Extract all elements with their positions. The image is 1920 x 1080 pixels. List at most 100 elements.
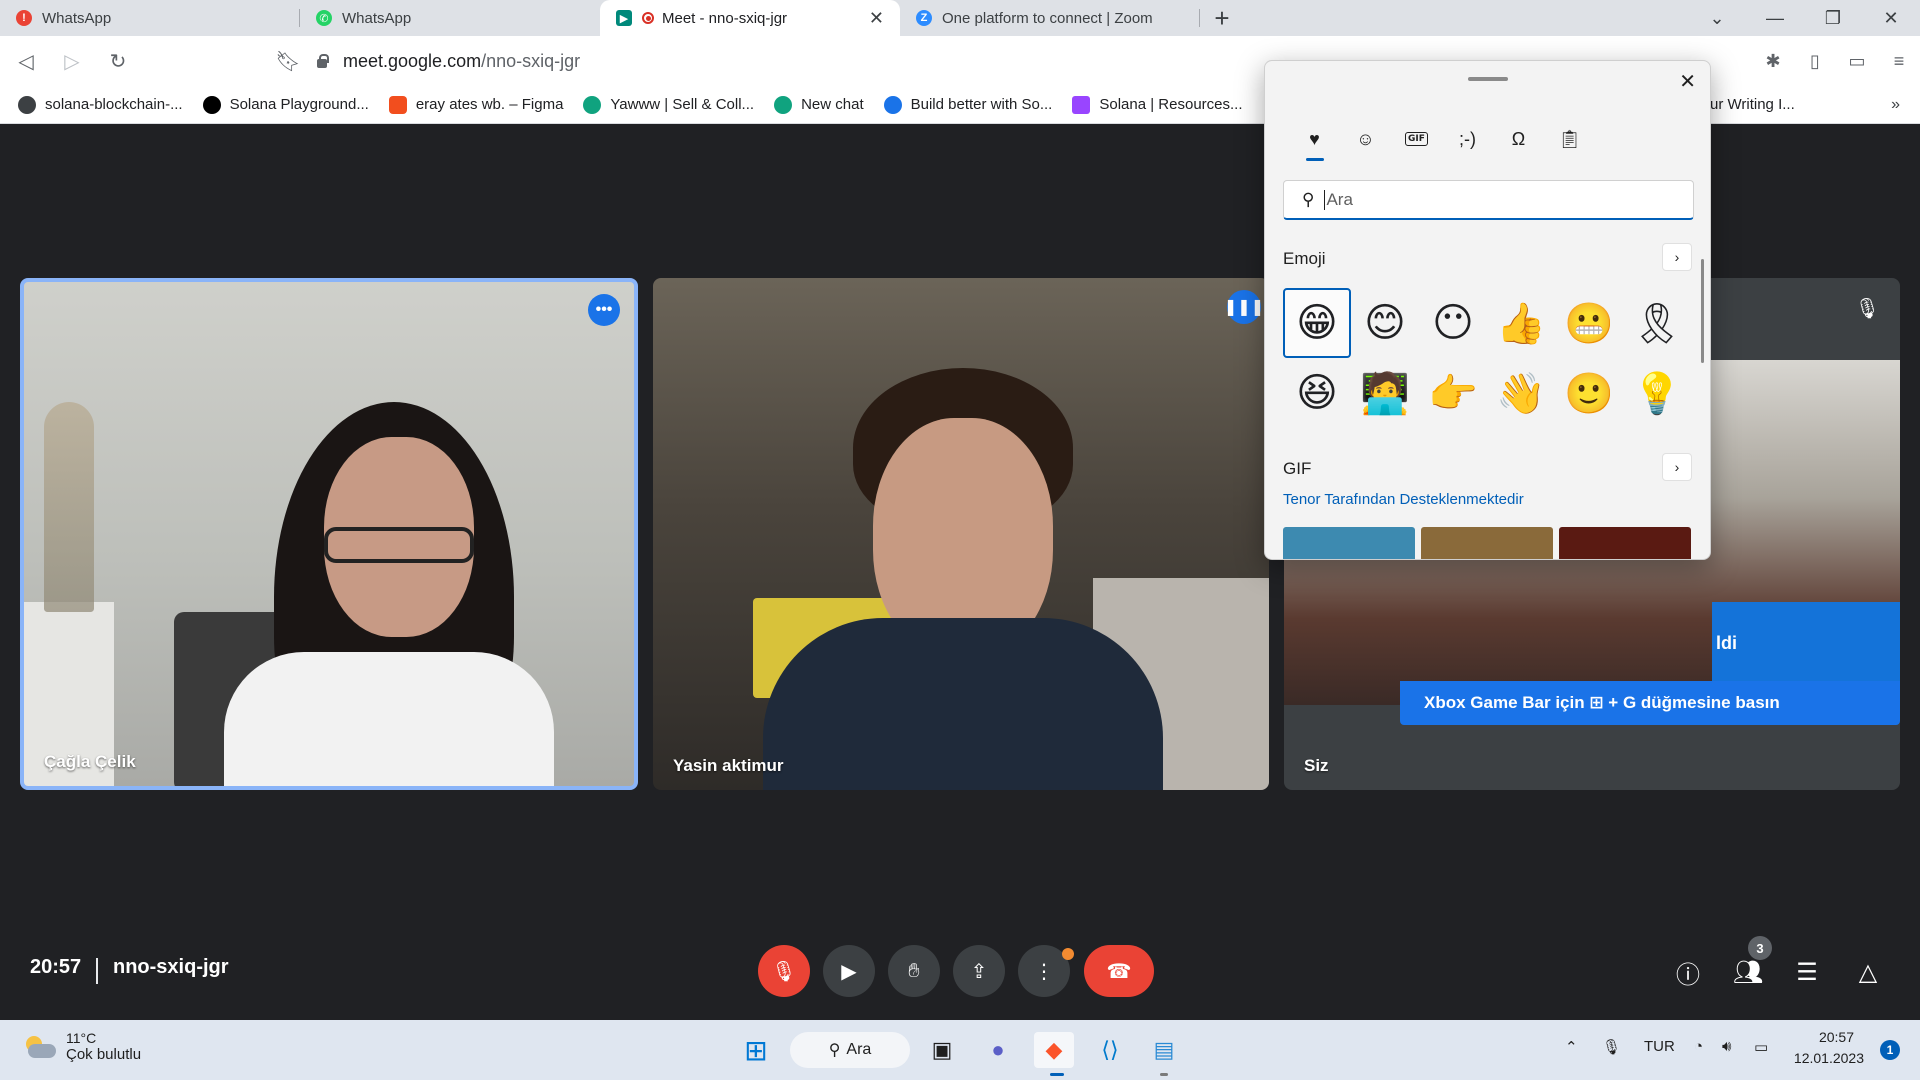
tab-whatsapp-1[interactable]: ! WhatsApp: [0, 0, 300, 36]
participant-tile[interactable]: ❚❚❚ Yasin aktimur: [653, 278, 1269, 790]
chat-icon[interactable]: ☰: [1787, 952, 1827, 992]
tab-zoom[interactable]: Z One platform to connect | Zoom: [900, 0, 1200, 36]
notepad-icon[interactable]: ▤: [1144, 1032, 1184, 1068]
notification-count-badge[interactable]: 1: [1880, 1040, 1900, 1060]
raise-hand-button[interactable]: ✋︎: [888, 945, 940, 997]
smiley-icon[interactable]: ☺: [1340, 119, 1391, 159]
tab-title: Meet - nno-sxiq-jgr: [662, 9, 788, 27]
chat-app-icon[interactable]: ●: [978, 1032, 1018, 1068]
gif-icon[interactable]: GIF: [1391, 119, 1442, 159]
lock-icon: [315, 54, 329, 68]
windows-taskbar: 11°C Çok bulutlu ⊞ ⚲ Ara ▣ ● ◆ ⟨⟩ ▤ ⌃ 🎙︎ …: [0, 1020, 1920, 1080]
windows-start-icon[interactable]: ⊞: [736, 1032, 776, 1068]
emoji-item[interactable]: 👉: [1419, 358, 1487, 428]
gif-thumbnail[interactable]: [1421, 527, 1553, 559]
brave-browser-icon[interactable]: ◆: [1034, 1032, 1074, 1068]
restore-icon[interactable]: ❐: [1804, 0, 1862, 36]
weather-widget[interactable]: 11°C Çok bulutlu: [22, 1030, 141, 1063]
bookmark-item[interactable]: Solana | Resources...: [1072, 95, 1243, 114]
speaking-indicator-icon: ❚❚❚: [1224, 290, 1264, 324]
bookmark-item[interactable]: Solana Playground...: [202, 95, 369, 114]
tab-search-icon[interactable]: ⌄: [1688, 0, 1746, 36]
bookmark-label: ur Writing I...: [1710, 96, 1795, 113]
emoji-item[interactable]: 😶: [1419, 288, 1487, 358]
taskbar-clock-date[interactable]: 12.01.2023: [1794, 1050, 1864, 1066]
scrollbar[interactable]: [1701, 259, 1704, 363]
recent-heart-icon[interactable]: ♥: [1289, 119, 1340, 161]
close-icon[interactable]: ✕: [1679, 69, 1696, 94]
bookmark-item[interactable]: New chat: [774, 95, 864, 114]
bookmark-item[interactable]: ur Writing I...: [1710, 96, 1795, 113]
more-options-icon[interactable]: •••: [588, 294, 620, 326]
search-icon: ⚲: [1302, 189, 1315, 209]
close-icon[interactable]: ✕: [869, 8, 884, 29]
back-icon[interactable]: ◁: [6, 41, 46, 81]
tab-title: One platform to connect | Zoom: [942, 9, 1153, 27]
new-tab-button[interactable]: +: [1200, 0, 1244, 36]
bookmark-item[interactable]: solana-blockchain-...: [18, 95, 183, 114]
reload-icon[interactable]: ↻: [98, 41, 138, 81]
menu-icon[interactable]: ≡: [1878, 51, 1920, 72]
taskbar-clock-time[interactable]: 20:57: [1819, 1029, 1854, 1045]
task-view-icon[interactable]: ▣: [922, 1032, 962, 1068]
participant-name: Çağla Çelik: [44, 752, 136, 771]
taskbar-search[interactable]: ⚲ Ara: [790, 1032, 910, 1068]
drag-handle[interactable]: [1468, 77, 1508, 81]
battery-icon[interactable]: ▭: [1754, 1038, 1768, 1056]
video-background: [24, 282, 634, 786]
chevron-right-icon[interactable]: ›: [1662, 453, 1692, 481]
emoji-search-input[interactable]: ⚲ Ara: [1283, 180, 1694, 220]
emoji-item[interactable]: 🧑‍💻: [1351, 358, 1419, 428]
more-bookmarks-icon[interactable]: »: [1891, 96, 1900, 114]
tab-meet[interactable]: ▶ Meet - nno-sxiq-jgr ✕: [600, 0, 900, 36]
input-language[interactable]: TUR: [1644, 1038, 1675, 1055]
symbols-icon[interactable]: Ω: [1493, 119, 1544, 159]
chevron-right-icon[interactable]: ›: [1662, 243, 1692, 271]
bookmark-label: eray ates wb. – Figma: [415, 96, 564, 113]
tab-whatsapp-2[interactable]: ✆ WhatsApp: [300, 0, 600, 36]
activities-icon[interactable]: △: [1848, 952, 1888, 992]
gif-thumbnail[interactable]: [1283, 527, 1415, 559]
emoji-item[interactable]: 😆: [1283, 358, 1351, 428]
clipboard-icon[interactable]: 📋︎: [1544, 119, 1595, 159]
sidebar-icon[interactable]: ▯: [1794, 51, 1836, 72]
emoji-item[interactable]: 😬: [1555, 288, 1623, 358]
bookmark-item[interactable]: Yawww | Sell & Coll...: [583, 95, 754, 114]
emoji-item[interactable]: 👍: [1487, 288, 1555, 358]
zoom-icon: Z: [916, 10, 932, 26]
emoji-picker-panel: ✕ ♥ ☺ GIF ;-) Ω 📋︎ ⚲ Ara Emoji › 😁 😊 😶 👍…: [1264, 60, 1711, 560]
forward-icon[interactable]: ▷: [52, 41, 92, 81]
participant-tile[interactable]: ••• Çağla Çelik: [20, 278, 638, 790]
chevron-up-icon[interactable]: ⌃: [1565, 1038, 1578, 1056]
bookmark-item[interactable]: eray ates wb. – Figma: [388, 95, 564, 114]
volume-icon[interactable]: 🔊︎: [1722, 1038, 1731, 1055]
minimize-icon[interactable]: —: [1746, 0, 1804, 36]
mic-off-button[interactable]: 🎙︎: [758, 945, 810, 997]
emoji-item[interactable]: 💡: [1623, 358, 1691, 428]
microphone-icon[interactable]: 🎙︎: [1602, 1038, 1621, 1056]
search-label: Ara: [846, 1041, 872, 1058]
wallet-icon[interactable]: ▭: [1836, 51, 1878, 72]
vscode-icon[interactable]: ⟨⟩: [1090, 1032, 1130, 1068]
emoji-item[interactable]: 😁: [1283, 288, 1351, 358]
emoji-section-title: Emoji: [1283, 249, 1326, 268]
emoji-item[interactable]: 😊: [1351, 288, 1419, 358]
info-icon[interactable]: ⓘ: [1668, 952, 1708, 992]
emoji-item[interactable]: 🙂: [1555, 358, 1623, 428]
close-window-icon[interactable]: ✕: [1862, 0, 1920, 36]
emoji-item[interactable]: 👋: [1487, 358, 1555, 428]
emoji-item[interactable]: 🎗: [1623, 288, 1691, 358]
leave-call-button[interactable]: ☎︎: [1084, 945, 1154, 997]
wifi-icon[interactable]: ◔: [1694, 1038, 1703, 1055]
bookmark-item[interactable]: Build better with So...: [883, 95, 1052, 114]
present-screen-button[interactable]: ⇪: [953, 945, 1005, 997]
camera-button[interactable]: ▶︎: [823, 945, 875, 997]
gif-thumbnail[interactable]: [1559, 527, 1691, 559]
search-placeholder: Ara: [1326, 189, 1353, 209]
kaomoji-icon[interactable]: ;-): [1442, 119, 1493, 159]
active-indicator: [1050, 1073, 1064, 1076]
whatsapp-icon: ✆: [316, 10, 332, 26]
video-background: [653, 278, 1269, 790]
extensions-icon[interactable]: ✱: [1752, 51, 1794, 72]
bookmark-icon[interactable]: 🔖︎: [268, 41, 308, 81]
